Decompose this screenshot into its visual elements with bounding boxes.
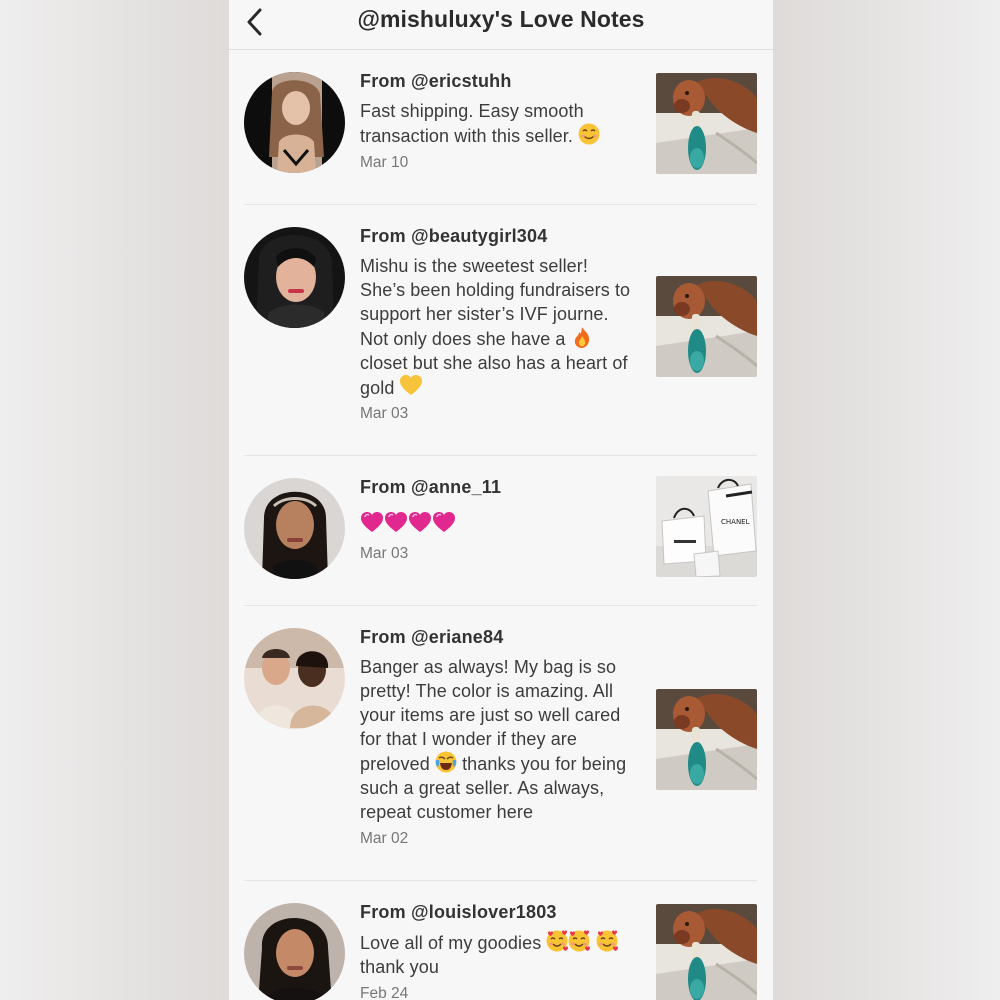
note-author[interactable]: From @beautygirl304 bbox=[360, 226, 547, 247]
note-date: Mar 03 bbox=[360, 545, 409, 562]
smiling-face-with-hearts-emoji-icon bbox=[595, 930, 618, 952]
note-author[interactable]: From @ericstuhh bbox=[360, 71, 512, 92]
avatar[interactable] bbox=[244, 628, 345, 729]
note-item: From @anne_11 Mar 03 bbox=[229, 456, 773, 606]
note-author[interactable]: From @anne_11 bbox=[360, 477, 501, 498]
note-date: Mar 02 bbox=[360, 830, 409, 847]
item-thumbnail[interactable] bbox=[656, 476, 757, 577]
item-thumbnail[interactable] bbox=[656, 904, 757, 1000]
pink-heart-emoji-icon bbox=[432, 512, 456, 533]
note-date: Mar 10 bbox=[360, 154, 409, 171]
page-title: @mishuluxy's Love Notes bbox=[357, 6, 645, 32]
pink-heart-emoji-icon bbox=[408, 512, 432, 533]
avatar[interactable] bbox=[244, 903, 345, 1000]
item-thumbnail[interactable] bbox=[656, 689, 757, 790]
item-thumbnail[interactable] bbox=[656, 276, 757, 377]
yellow-heart-emoji-icon bbox=[399, 375, 422, 395]
note-date: Mar 03 bbox=[360, 405, 409, 422]
fire-emoji-icon bbox=[574, 327, 589, 348]
note-date: Feb 24 bbox=[360, 985, 409, 1000]
background-left bbox=[0, 0, 229, 1000]
tears-of-joy-emoji-icon bbox=[434, 751, 457, 773]
note-item: From @eriane84 Banger as always! My bag … bbox=[229, 606, 773, 881]
note-message: Mishu is the sweetest seller! She’s been… bbox=[360, 256, 631, 398]
avatar[interactable] bbox=[244, 478, 345, 579]
note-item: From @louislover1803 Love all of my good… bbox=[229, 881, 773, 1000]
header: @mishuluxy's Love Notes bbox=[229, 0, 773, 50]
item-thumbnail[interactable] bbox=[656, 73, 757, 174]
pink-heart-emoji-icon bbox=[360, 512, 384, 533]
avatar[interactable] bbox=[244, 227, 345, 328]
pink-heart-emoji-icon bbox=[384, 512, 408, 533]
smiling-face-with-hearts-emoji-icon bbox=[546, 930, 569, 952]
smiling-face-with-hearts-emoji-icon bbox=[568, 930, 591, 952]
note-item: From @ericstuhh Fast shipping. Easy smoo… bbox=[229, 50, 773, 205]
love-notes-screen: @mishuluxy's Love Notes From @ericstuhh … bbox=[229, 0, 773, 1000]
note-item: From @beautygirl304 Mishu is the sweetes… bbox=[229, 205, 773, 456]
note-message: Fast shipping. Easy smooth transaction w… bbox=[360, 99, 635, 148]
note-message: Banger as always! My bag is so pretty! T… bbox=[360, 657, 627, 822]
note-author[interactable]: From @louislover1803 bbox=[360, 902, 557, 923]
background-right bbox=[773, 0, 1000, 1000]
avatar[interactable] bbox=[244, 72, 345, 173]
smiling-face-emoji-icon bbox=[578, 123, 601, 145]
note-author[interactable]: From @eriane84 bbox=[360, 627, 503, 648]
note-message bbox=[360, 512, 635, 537]
note-message: Love all of my goodies thank you bbox=[360, 930, 635, 979]
